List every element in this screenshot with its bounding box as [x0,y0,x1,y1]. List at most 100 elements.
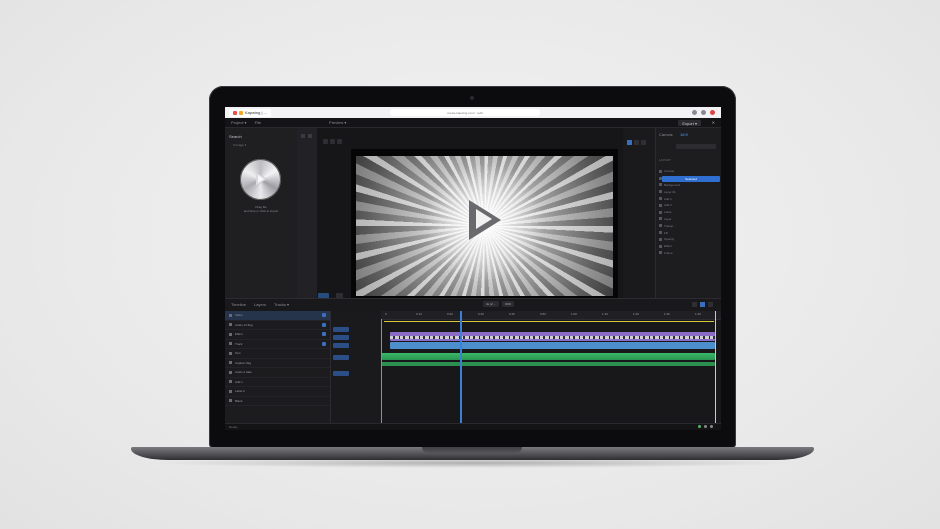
viewer-tool-icon[interactable] [323,139,328,144]
properties-row[interactable]: Frame [659,250,719,257]
layer-row[interactable]: Effect [225,330,330,340]
track-lock-icon[interactable] [333,371,349,376]
layer-row[interactable]: Text [225,349,330,359]
speed-select[interactable]: 4x (2 ... [483,301,500,307]
magnet-icon[interactable] [700,302,705,307]
track-lock-icon[interactable] [333,327,349,332]
menu-icon[interactable] [710,110,715,115]
visibility-icon[interactable] [322,332,326,336]
end-marker[interactable] [715,311,716,423]
viewer-tool-icon[interactable] [337,139,342,144]
laptop-screen: Kapwing | ... create.kapwing.com/.../edi… [225,107,721,430]
tab-tracks[interactable]: Tracks ▾ [274,302,289,307]
layer-row[interactable]: Audio 14 flag [225,321,330,330]
properties-row-label: Frame [664,250,673,255]
right-toolbar [623,128,655,298]
settings-icon[interactable] [634,140,639,145]
ruler-tick: 0:50 [540,312,546,316]
layer-row[interactable]: Add 1 [225,378,330,387]
viewer-tool-icon[interactable] [330,139,335,144]
upload-disc-icon[interactable] [240,159,281,200]
layer-icon [229,313,232,317]
layer-icon [229,342,232,346]
playhead[interactable] [460,311,462,423]
properties-row[interactable]: Opacity [659,236,719,243]
properties-row[interactable]: Transp... [659,222,719,229]
time-ruler[interactable]: 0 0:10 0:20 0:30 0:40 0:50 1:00 1:10 1:20 1:30 1:4… [381,311,721,320]
properties-row[interactable]: Add 2 [659,202,719,209]
ruler-tick: 0:30 [478,312,484,316]
properties-row-label: Background [664,182,681,187]
audio-clip-2[interactable] [381,362,715,366]
layer-row[interactable]: Audio 2 fade [225,368,330,378]
tab-timeline[interactable]: Timeline [231,302,246,307]
properties-row[interactable]: Canvas [659,168,719,175]
properties-row[interactable]: Background [659,182,719,189]
grid-icon[interactable] [627,140,632,145]
status-indicators [698,425,713,428]
layer-label: Text [235,351,241,356]
right-tool-group [627,140,646,145]
track-lock-icon[interactable] [333,335,349,340]
overlay-clip[interactable] [390,342,715,349]
upload-hint: Drag file and drop or click to import [231,205,291,213]
menu-project[interactable]: Project ▾ [231,120,247,125]
properties-row[interactable]: Layer 01 [659,188,719,195]
timeline-tracks[interactable]: 0 0:10 0:20 0:30 0:40 0:50 1:00 1:10 1:20 1:30 1:4… [381,311,721,423]
layer-row[interactable]: Video [225,311,330,321]
ruler-tick: 1:30 [664,312,670,316]
browser-tab[interactable]: Kapwing | ... [229,108,271,117]
properties-row[interactable]: Add 1 [659,195,719,202]
layers-list: Video Audio 14 flag Effect Track Text Caption… [225,311,331,423]
extensions-icon[interactable] [692,110,697,115]
export-button[interactable]: Export ▾ [678,120,701,126]
properties-row-label: Effect [664,244,672,249]
properties-row-label: Layer [664,216,672,221]
media-filter[interactable]: 0 Image ▾ [233,143,246,147]
video-viewer[interactable] [351,149,618,303]
video-clip[interactable] [390,332,715,341]
zoom-icon[interactable] [708,302,713,307]
layer-row[interactable]: Caption flag [225,359,330,368]
tab-layers[interactable]: Layers [254,302,266,307]
close-icon[interactable]: ✕ [712,120,715,125]
tool-icon[interactable] [308,134,312,138]
snap-icon[interactable] [692,302,697,307]
profile-icon[interactable] [701,110,706,115]
track-lock-icon[interactable] [333,355,349,360]
visibility-icon[interactable] [322,322,326,327]
layer-row[interactable]: Label 2 [225,387,330,397]
menu-preview[interactable]: Preview ▾ [329,120,346,125]
layer-row[interactable]: Blank [225,397,330,406]
row-icon [659,169,662,173]
menu-file[interactable]: File [255,120,261,125]
properties-row-label: Add 1 [664,196,672,201]
properties-search-input[interactable] [676,144,716,149]
layer-label: Track [235,341,243,346]
selected-property[interactable]: Selected [662,176,720,182]
properties-row[interactable]: Fill [659,229,719,236]
properties-row[interactable]: Effect [659,243,719,250]
audio-clip[interactable] [381,353,715,360]
tool-icon[interactable] [301,134,305,138]
track-lock-icon[interactable] [333,343,349,348]
properties-row[interactable]: Layer [659,216,719,223]
viewer-tools [323,139,342,144]
properties-row-label: Transp... [664,223,676,228]
visibility-icon[interactable] [322,313,326,317]
properties-row[interactable]: Label [659,209,719,216]
address-bar[interactable]: create.kapwing.com/.../edit [390,109,540,116]
more-icon[interactable] [641,140,646,145]
disc-play-icon-inner [258,175,264,183]
layer-row[interactable]: Track [225,340,330,349]
row-icon [659,231,662,235]
layer-label: Caption flag [235,360,252,365]
timeline-tabs: Timeline Layers Tracks ▾ [231,302,289,307]
layer-label: Blank [235,398,243,403]
row-icon [659,244,662,248]
aspect-badge[interactable]: 16:9 [680,132,688,137]
visibility-icon[interactable] [322,341,326,346]
upload-hint-line2: and drop or click to import [243,209,279,213]
app-toolbar: Project ▾ File Preview ▾ [225,118,721,128]
properties-row-label: Label [664,210,672,215]
